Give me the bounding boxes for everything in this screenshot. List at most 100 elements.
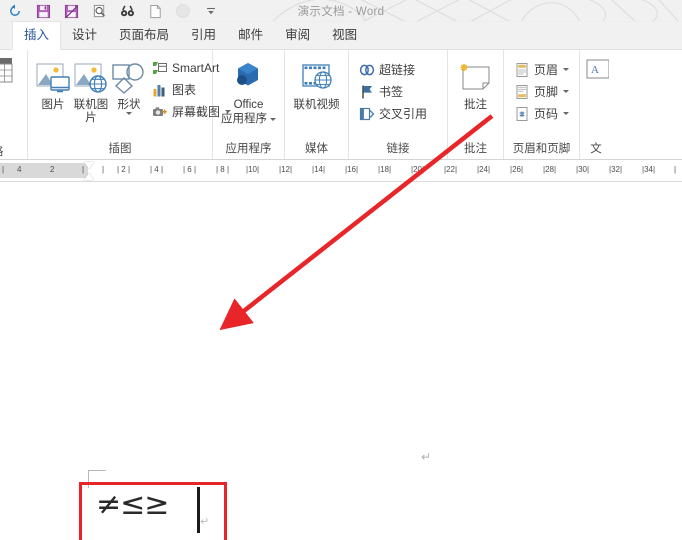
tab-page-layout[interactable]: 页面布局 bbox=[108, 22, 180, 49]
online-video-icon bbox=[299, 58, 335, 98]
ruler-tick-left-2: 2 bbox=[50, 165, 55, 174]
links-small-buttons: 超链接 书签 交叉引用 bbox=[355, 55, 430, 124]
chevron-down-icon[interactable] bbox=[270, 118, 276, 121]
picture-icon bbox=[35, 58, 71, 98]
ruler-tick-8: | 8 | bbox=[216, 165, 230, 174]
ruler-tick-14: |14| bbox=[312, 165, 326, 174]
office-apps-label-2: 应用程序 bbox=[221, 113, 276, 126]
document-title: 演示文档 - Word bbox=[297, 6, 385, 18]
insert-chart-label: 图表 bbox=[172, 83, 197, 97]
new-comment-icon bbox=[458, 58, 494, 98]
bookmark-icon bbox=[358, 83, 375, 100]
ruler-tick-6: | 6 | bbox=[183, 165, 197, 174]
ruler-tick-2: | 2 | bbox=[117, 165, 131, 174]
insert-footer-button[interactable]: 页脚 bbox=[510, 81, 572, 102]
insert-cross-reference-label: 交叉引用 bbox=[379, 107, 428, 121]
ruler-tick-10: |10| bbox=[246, 165, 260, 174]
ribbon-group-links: 超链接 书签 交叉引用 链接 bbox=[349, 50, 448, 159]
ribbon-group-apps-label: 应用程序 bbox=[225, 143, 272, 155]
ribbon-group-header-footer: 页眉 页脚 页码 页眉和页脚 bbox=[504, 50, 580, 159]
ruler-tick-origin-2: | bbox=[102, 165, 105, 174]
insert-footer-label: 页脚 bbox=[534, 85, 559, 99]
ruler-tick-left-4: 4 bbox=[17, 165, 22, 174]
ruler-tick-end: | bbox=[674, 165, 677, 174]
online-video-label: 联机视频 bbox=[293, 99, 340, 111]
ribbon-group-tables-label: 格 bbox=[0, 143, 27, 159]
text-box-icon[interactable]: A bbox=[583, 58, 610, 93]
chevron-down-icon[interactable] bbox=[563, 90, 570, 93]
ruler-tick-20: |20| bbox=[411, 165, 425, 174]
ribbon-group-media: 联机视频 媒体 bbox=[285, 50, 349, 159]
office-apps-label-1: Office bbox=[233, 99, 264, 111]
header-footer-small-buttons: 页眉 页脚 页码 bbox=[510, 55, 572, 124]
ruler-tick-16: |16| bbox=[345, 165, 359, 174]
screenshot-icon bbox=[151, 103, 168, 120]
ruler-tick-30: |30| bbox=[576, 165, 590, 174]
ruler[interactable]: | 4 2 | | | 2 | | 4 | | 6 | | 8 | |10| |… bbox=[0, 160, 682, 182]
ribbon-group-apps: Office 应用程序 应用程序 bbox=[213, 50, 285, 159]
ruler-ticks: | 4 2 | | | 2 | | 4 | | 6 | | 8 | |10| |… bbox=[0, 163, 682, 178]
new-comment-button[interactable]: 批注 bbox=[454, 55, 497, 112]
ruler-tick-32: |32| bbox=[609, 165, 623, 174]
insert-bookmark-button[interactable]: 书签 bbox=[355, 81, 430, 102]
page-number-icon bbox=[513, 105, 530, 122]
insert-picture-button[interactable]: 图片 bbox=[34, 55, 72, 112]
ribbon-group-media-label: 媒体 bbox=[305, 143, 328, 155]
margin-corner-mark bbox=[88, 470, 106, 488]
insert-hyperlink-label: 超链接 bbox=[379, 63, 416, 77]
math-symbols: ≠≤≥ bbox=[96, 487, 169, 522]
hanging-indent-marker[interactable] bbox=[84, 173, 94, 180]
shapes-icon bbox=[111, 58, 147, 98]
inline-paragraph-mark: ↵ bbox=[200, 515, 210, 528]
ribbon: 格 图片 bbox=[0, 50, 682, 160]
ruler-tick-24: |24| bbox=[477, 165, 491, 174]
tab-design[interactable]: 设计 bbox=[61, 22, 108, 49]
ruler-tick-22: |22| bbox=[444, 165, 458, 174]
tab-review[interactable]: 审阅 bbox=[274, 22, 321, 49]
ruler-tick-left-0: | bbox=[2, 165, 5, 174]
document-canvas[interactable]: ≠≤≥ ↵ ↵ bbox=[0, 182, 682, 540]
ribbon-group-illustrations-label: 插图 bbox=[108, 143, 132, 155]
ribbon-group-comments-label: 批注 bbox=[464, 143, 487, 155]
insert-shapes-button[interactable]: 形状 bbox=[110, 55, 148, 115]
insert-online-picture-label: 联机图片 bbox=[73, 99, 109, 124]
word-window: 演示文档 - Word 插入 设计 页面布局 引用 邮件 审阅 视图 格 bbox=[0, 0, 682, 540]
paragraph-mark: ↵ bbox=[421, 450, 432, 464]
ribbon-group-text-clipped[interactable]: A 文 bbox=[580, 50, 612, 159]
ribbon-group-tables-clipped[interactable]: 格 bbox=[0, 50, 28, 159]
tab-insert[interactable]: 插入 bbox=[12, 21, 62, 50]
ribbon-group-comments: 批注 批注 bbox=[448, 50, 504, 159]
online-video-button[interactable]: 联机视频 bbox=[291, 55, 342, 112]
insert-header-label: 页眉 bbox=[534, 63, 559, 77]
chevron-down-icon[interactable] bbox=[126, 112, 132, 115]
insert-cross-reference-button[interactable]: 交叉引用 bbox=[355, 103, 430, 124]
tab-view[interactable]: 视图 bbox=[321, 22, 368, 49]
ruler-tick-34: |34| bbox=[642, 165, 656, 174]
insert-bookmark-label: 书签 bbox=[379, 85, 404, 99]
ribbon-group-header-footer-label: 页眉和页脚 bbox=[512, 143, 571, 155]
office-apps-button[interactable]: Office 应用程序 bbox=[219, 55, 278, 126]
online-picture-icon bbox=[73, 58, 109, 98]
tab-references[interactable]: 引用 bbox=[180, 22, 227, 49]
table-icon[interactable] bbox=[0, 54, 27, 93]
chart-icon bbox=[151, 81, 168, 98]
insert-header-button[interactable]: 页眉 bbox=[510, 59, 572, 80]
footer-icon bbox=[513, 83, 530, 100]
svg-text:A: A bbox=[591, 64, 599, 76]
insert-page-number-button[interactable]: 页码 bbox=[510, 103, 572, 124]
ribbon-group-text-label: 文 bbox=[590, 143, 602, 155]
smartart-icon bbox=[151, 59, 168, 76]
ribbon-group-links-label: 链接 bbox=[386, 143, 410, 155]
insert-hyperlink-button[interactable]: 超链接 bbox=[355, 59, 430, 80]
insert-online-picture-button[interactable]: 联机图片 bbox=[72, 55, 110, 125]
ruler-tick-12: |12| bbox=[279, 165, 293, 174]
chevron-down-icon[interactable] bbox=[563, 68, 570, 71]
tab-mailings[interactable]: 邮件 bbox=[227, 22, 274, 49]
title-bar: 演示文档 - Word bbox=[0, 0, 682, 22]
insert-shapes-label: 形状 bbox=[117, 99, 141, 111]
document-text-line[interactable]: ≠≤≥ bbox=[96, 487, 169, 522]
first-line-indent-marker[interactable] bbox=[84, 162, 94, 169]
ruler-tick-26: |26| bbox=[510, 165, 524, 174]
ribbon-tabs[interactable]: 插入 设计 页面布局 引用 邮件 审阅 视图 bbox=[0, 21, 682, 50]
chevron-down-icon[interactable] bbox=[563, 112, 570, 115]
